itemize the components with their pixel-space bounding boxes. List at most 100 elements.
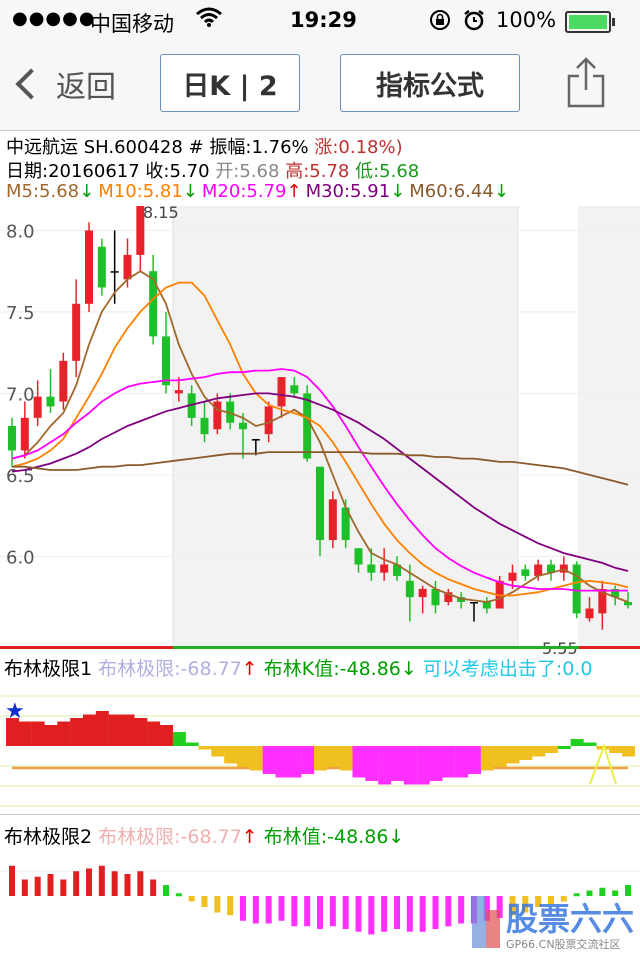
amplitude-value: 1.76% <box>251 137 309 158</box>
panel2-bar <box>291 896 298 927</box>
back-button[interactable]: 返回 <box>12 62 116 106</box>
chart-bottom-border <box>173 646 579 649</box>
panel2-bar <box>137 871 144 896</box>
panel1-bar <box>160 725 173 746</box>
panel1-bar <box>224 746 238 764</box>
panel1-bar <box>429 746 443 781</box>
period-button[interactable]: 日K | 2 <box>160 54 300 112</box>
panel2-bar <box>150 879 157 896</box>
panel2-bar <box>175 893 182 897</box>
candle-body <box>367 564 376 573</box>
candle-body <box>585 608 594 619</box>
panel2-bar <box>73 871 80 896</box>
candle-body <box>418 588 427 598</box>
battery-icon <box>565 11 615 33</box>
panel1-bar <box>622 746 635 757</box>
candle-body <box>290 385 299 394</box>
candle-body <box>85 230 93 304</box>
panel1-header: 布林极限1 布林极限:-68.77↑ 布林K值:-48.86↓ 可以考虑出击了:… <box>4 654 592 681</box>
candle-body <box>110 271 119 273</box>
candle-body <box>59 360 68 402</box>
y-tick-label: 7.5 <box>6 303 35 324</box>
panel1-bar <box>416 746 430 785</box>
candle-body <box>354 548 363 565</box>
panel2-bar <box>34 876 41 896</box>
alarm-icon <box>462 8 486 37</box>
panel1-bar <box>583 742 597 746</box>
back-label: 返回 <box>56 70 116 105</box>
candle-body <box>162 336 170 386</box>
panel1-bar <box>609 746 623 753</box>
candle-body <box>470 602 478 604</box>
panel1-bar <box>378 746 392 785</box>
panel2-title: 布林极限2 <box>4 826 93 848</box>
ma-legend-m60: M60:6.44↓ <box>409 181 509 202</box>
moving-average-legend: M5:5.68↓ M10:5.81↓ M20:5.79↑ M30:5.91↓ M60:6… <box>6 181 513 202</box>
panel2-bar <box>342 896 349 929</box>
share-icon[interactable] <box>566 56 606 108</box>
panel1-bar <box>147 721 161 746</box>
panel1-bar <box>44 725 58 746</box>
panel1-bar <box>442 746 456 778</box>
panel1-bar <box>545 746 558 753</box>
ma-trend-arrow: ↑ <box>286 181 302 202</box>
ma-trend-arrow: ↓ <box>79 181 95 202</box>
candle-body <box>534 564 543 576</box>
panel-separator <box>0 814 640 815</box>
amplitude-label: # 振幅: <box>188 137 252 158</box>
candle-body <box>200 417 209 435</box>
formula-button[interactable]: 指标公式 <box>340 54 520 112</box>
stock-header-line2: 日期:20160617 收:5.70 开:5.68 高:5.78 低:5.68 <box>6 157 419 183</box>
panel1-bar <box>314 746 327 771</box>
watermark-logo-bar <box>472 896 486 948</box>
panel2-bar <box>252 896 259 924</box>
panel1-bar <box>172 732 186 746</box>
panel2-bar <box>240 896 246 921</box>
panel1-hint: 可以考虑出击了:0.0 <box>422 658 593 680</box>
candle-body <box>380 564 389 573</box>
panel2-bollinger-limit: 布林极限:-68.77 <box>98 826 242 848</box>
candle-body <box>8 426 16 451</box>
panel2-value: 布林值:-48.86 <box>263 826 389 848</box>
close-value: 收:5.70 <box>145 161 210 182</box>
panel1-bar <box>352 746 366 778</box>
candle-body <box>405 580 414 598</box>
panel2-bar <box>265 896 272 924</box>
panel2-bar <box>47 874 54 896</box>
panel1-bar <box>403 746 417 785</box>
battery-percent: 100% <box>496 8 557 32</box>
status-bar: ●●●●● 中国移动 19:29 100% <box>0 0 640 40</box>
panel2-bar <box>227 896 234 916</box>
stock-name: 中远航运 <box>6 137 78 158</box>
watermark: 股票六六 GP66.CN股票交流社区 <box>470 888 640 960</box>
panel2-bl-arrow: ↑ <box>241 826 258 848</box>
panel1-bar <box>326 746 340 767</box>
panel2-bar <box>124 874 131 896</box>
panel2-bar <box>21 879 28 896</box>
panel1-bar <box>95 711 109 746</box>
y-tick-label: 8.0 <box>6 221 35 242</box>
candle-body <box>123 254 132 280</box>
panel2-bar <box>98 865 105 896</box>
candle-body <box>316 466 324 541</box>
signal-icon: ●●●●● <box>12 8 96 29</box>
panel1-bar <box>83 714 96 746</box>
panel2-bar <box>381 896 388 932</box>
panel1-bar <box>506 746 520 764</box>
panel2-bar <box>406 896 413 932</box>
panel2-bar <box>60 879 67 896</box>
panel2-bar <box>355 896 362 932</box>
max-price-label: 8.15 <box>143 206 179 222</box>
panel1-bar <box>275 746 289 778</box>
ma-trend-arrow: ↓ <box>493 181 509 202</box>
candle-body <box>72 303 81 361</box>
panel2-bar <box>394 896 400 929</box>
candle-body <box>277 377 286 407</box>
panel2-bar <box>214 896 221 913</box>
ma-legend-m10: M10:5.81↓ <box>98 181 198 202</box>
panel1-title: 布林极限1 <box>4 658 93 680</box>
candle-body <box>20 417 29 451</box>
rotation-lock-icon <box>428 8 452 37</box>
panel2-bar <box>163 885 169 896</box>
panel1-bar <box>455 746 469 778</box>
